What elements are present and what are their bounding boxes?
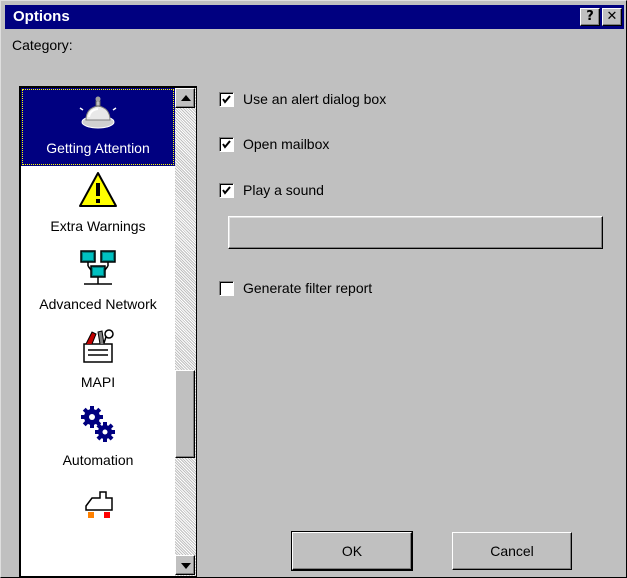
scroll-thumb[interactable] [175,370,195,458]
open-mailbox-checkbox[interactable] [219,137,234,152]
help-icon: ? [586,9,594,24]
scroll-up-button[interactable] [175,88,195,108]
alert-dialog-checkbox[interactable] [219,92,234,107]
category-item-getting-attention[interactable]: Getting Attention [21,88,175,166]
category-item-advanced-network[interactable]: Advanced Network [21,244,175,322]
category-item-label: MAPI [80,374,116,390]
open-mailbox-label: Open mailbox [243,136,330,152]
checkmark-icon [222,186,231,195]
category-list[interactable]: Getting Attention Extra Warnings Advance… [19,86,175,577]
help-button[interactable]: ? [580,8,600,26]
filter-report-label: Generate filter report [243,280,373,296]
title-bar[interactable]: Options ? ✕ [5,5,624,29]
category-item-automation[interactable]: Automation [21,400,175,478]
options-dialog: Options ? ✕ Category: Getting Attention [0,0,627,578]
close-icon: ✕ [606,9,618,24]
close-button[interactable]: ✕ [602,8,622,26]
gears-icon [81,406,115,442]
checkmark-icon [222,140,231,149]
category-item-label: Advanced Network [39,296,157,312]
plugin-icon [85,491,113,518]
category-item-label: Extra Warnings [50,218,146,234]
arrow-down-icon [181,563,191,569]
sound-file-button[interactable] [228,216,603,249]
checkmark-icon [222,95,231,104]
category-item-label: Getting Attention [46,140,150,156]
category-scrollbar[interactable] [175,86,197,577]
category-label: Category: [12,37,73,53]
scroll-down-button[interactable] [175,555,195,575]
play-sound-label: Play a sound [243,182,324,198]
play-sound-checkbox[interactable] [219,183,234,198]
cancel-button[interactable]: Cancel [452,532,572,570]
arrow-up-icon [181,95,191,101]
window-title: Options [13,8,70,25]
mapi-icon [83,329,114,363]
filter-report-checkbox[interactable] [219,281,234,296]
ok-button[interactable]: OK [291,531,413,571]
alert-dialog-label: Use an alert dialog box [243,91,387,107]
category-item-mapi[interactable]: MAPI [21,322,175,400]
network-icon [80,250,116,285]
category-item-plugin[interactable] [21,478,175,556]
category-item-label: Automation [62,452,134,468]
bell-icon [79,96,117,129]
category-item-extra-warnings[interactable]: Extra Warnings [21,166,175,244]
warning-icon [79,172,117,207]
